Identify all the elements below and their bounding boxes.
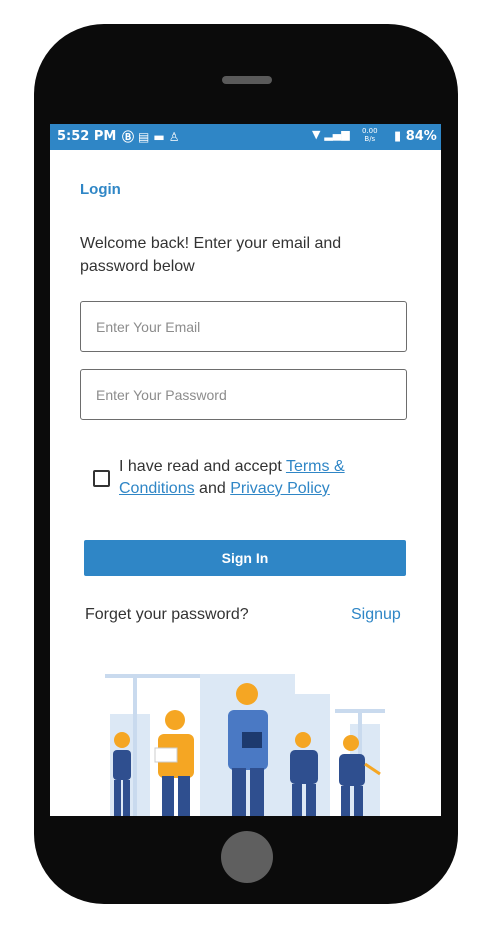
password-field-box [80, 369, 407, 420]
speed-unit: B/s [364, 135, 376, 143]
status-notification-icons: Ⓑ▤▬♙ [122, 128, 183, 145]
app-screen: 5:52 PM Ⓑ▤▬♙ ▼ ▂▄▆ 0.00 B/s ▮ 84% Login … [50, 124, 441, 816]
battery-icon: ▮ [394, 129, 402, 144]
phone-speaker [222, 76, 272, 84]
status-battery: ▮ 84% [394, 129, 437, 144]
page-title: Login [80, 181, 121, 198]
email-field[interactable] [81, 302, 386, 351]
accessibility-icon: ♙ [168, 130, 184, 144]
agree-text: I have read and accept Terms & Condition… [119, 456, 389, 500]
wifi-icon: ▼ [312, 128, 321, 141]
agree-prefix: I have read and accept [119, 458, 286, 475]
agree-middle: and [194, 480, 231, 497]
construction-workers-illustration [105, 674, 385, 816]
status-speed: 0.00 B/s [362, 127, 378, 143]
worker-2 [154, 710, 194, 816]
status-network: ▼ ▂▄▆ [312, 128, 350, 141]
signal-icon: ▂▄▆ [324, 128, 350, 141]
agree-checkbox[interactable] [93, 470, 110, 487]
sign-in-button[interactable]: Sign In [84, 540, 406, 576]
battery-percent: 84% [405, 129, 437, 144]
forgot-password-link[interactable]: Forget your password? [85, 606, 249, 624]
status-bar: 5:52 PM Ⓑ▤▬♙ ▼ ▂▄▆ 0.00 B/s ▮ 84% [50, 124, 441, 150]
welcome-text: Welcome back! Enter your email and passw… [80, 235, 342, 275]
chat-icon: ▬ [153, 130, 169, 144]
message-icon: ▤ [138, 130, 154, 144]
circle-b-icon: Ⓑ [122, 130, 139, 144]
status-time: 5:52 PM [57, 129, 117, 144]
signup-link[interactable]: Signup [351, 606, 401, 624]
privacy-link[interactable]: Privacy Policy [230, 480, 330, 497]
email-field-box [80, 301, 407, 352]
home-button[interactable] [221, 831, 273, 883]
speed-value: 0.00 [362, 127, 378, 135]
password-field[interactable] [81, 370, 386, 419]
